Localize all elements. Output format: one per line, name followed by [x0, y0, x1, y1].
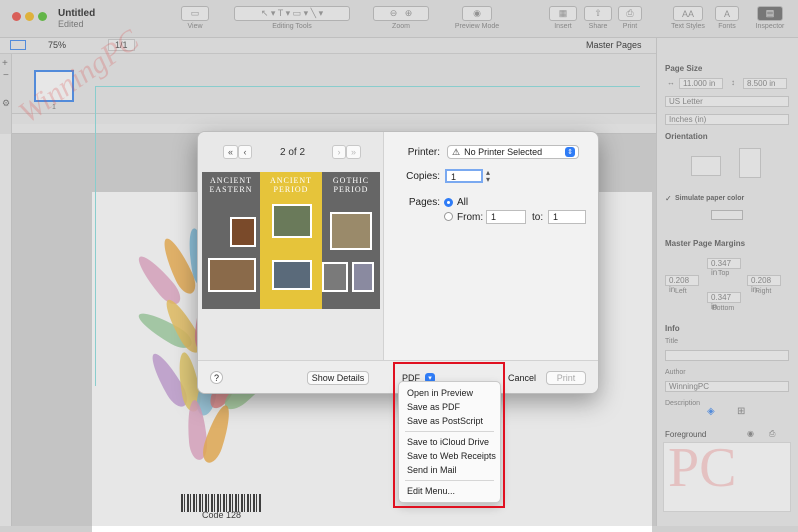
cancel-button[interactable]: Cancel	[504, 371, 540, 385]
pages-label: Pages:	[408, 197, 440, 208]
preview-photo	[352, 262, 374, 292]
chevron-updown-icon: ⇕	[565, 147, 575, 157]
print-button[interactable]: Print	[546, 371, 586, 385]
warning-icon: ⚠	[452, 146, 461, 157]
to-page-field[interactable]: 1	[548, 210, 586, 224]
preview-column-title: ANCIENT PERIOD	[269, 176, 313, 194]
last-page-button[interactable]: »	[346, 145, 361, 159]
printer-select[interactable]: ⚠ No Printer Selected ⇕	[447, 145, 579, 159]
from-page-field[interactable]: 1	[486, 210, 526, 224]
first-page-button[interactable]: «	[223, 145, 238, 159]
preview-photo	[330, 212, 372, 250]
preview-column-title: GOTHIC PERIOD	[332, 176, 370, 194]
previous-page-button[interactable]: ‹	[238, 145, 252, 159]
to-label: to:	[532, 212, 544, 223]
print-preview-image: ANCIENT EASTERN ANCIENT PERIOD GOTHIC PE…	[202, 172, 380, 309]
show-details-button[interactable]: Show Details	[307, 371, 369, 385]
app-window: Untitled Edited ▭ View ↖ ▾ T ▾ ▭ ▾ ╲ ▾ E…	[0, 0, 798, 532]
printer-value: No Printer Selected	[464, 147, 543, 157]
print-preview-pane: « ‹ 2 of 2 › » ANCIENT EASTERN ANCIENT P…	[198, 132, 384, 360]
copies-field[interactable]: 1	[445, 169, 483, 183]
pages-all-label: All	[457, 197, 469, 208]
watermark-logo: PC	[668, 437, 737, 499]
pages-from-label: From:	[457, 212, 484, 223]
page-indicator: 2 of 2	[280, 147, 306, 158]
preview-photo	[272, 260, 312, 290]
pages-all-radio[interactable]	[444, 198, 453, 207]
print-dialog: « ‹ 2 of 2 › » ANCIENT EASTERN ANCIENT P…	[197, 131, 599, 394]
printer-label: Printer:	[407, 147, 440, 158]
next-page-button[interactable]: ›	[332, 145, 346, 159]
preview-photo	[322, 262, 348, 292]
copies-label: Copies:	[406, 171, 440, 182]
highlight-annotation-box	[393, 362, 505, 508]
pages-from-radio[interactable]	[444, 212, 453, 221]
preview-column-title: ANCIENT EASTERN	[209, 176, 253, 194]
preview-photo	[272, 204, 312, 238]
preview-photo	[208, 258, 256, 292]
copies-stepper-icon[interactable]: ▴ ▾	[486, 169, 490, 184]
preview-photo	[230, 217, 256, 247]
help-button[interactable]: ?	[210, 371, 223, 384]
